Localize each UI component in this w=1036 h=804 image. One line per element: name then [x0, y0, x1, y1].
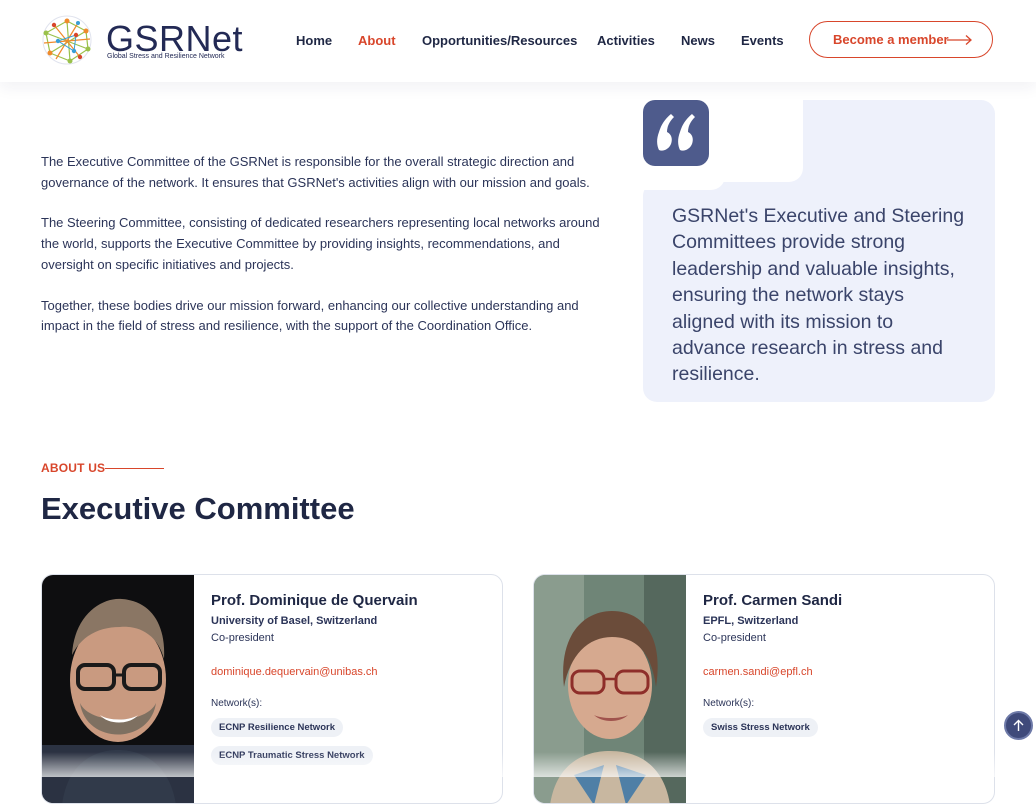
site-header: GSRNet Global Stress and Resilience Netw…	[0, 0, 1036, 82]
member-email-link[interactable]: dominique.dequervain@unibas.ch	[211, 666, 491, 678]
networks-label: Network(s):	[703, 698, 755, 709]
quote-box: GSRNet's Executive and Steering Committe…	[643, 100, 995, 402]
intro-paragraph: The Steering Committee, consisting of de…	[41, 215, 600, 272]
member-name: Prof. Dominique de Quervain	[211, 592, 418, 609]
nav-activities[interactable]: Activities	[597, 31, 655, 51]
quote-text: GSRNet's Executive and Steering Committe…	[672, 205, 965, 386]
member-photo	[534, 575, 686, 803]
nav-about[interactable]: About	[358, 31, 396, 51]
networks-label: Network(s):	[211, 698, 263, 709]
section-title: Executive Committee	[41, 491, 355, 526]
quote-cutout	[713, 100, 803, 182]
member-affiliation: University of Basel, Switzerland	[211, 615, 378, 627]
member-card: Prof. Carmen Sandi EPFL, Switzerland Co-…	[533, 574, 995, 804]
network-chip[interactable]: ECNP Traumatic Stress Network	[211, 746, 373, 765]
nav-news[interactable]: News	[681, 31, 715, 51]
member-name: Prof. Carmen Sandi	[703, 592, 843, 609]
logo-tagline: Global Stress and Resilience Network	[107, 53, 225, 60]
member-role: Co-president	[211, 632, 274, 644]
intro-text: The Executive Committee of the GSRNet is…	[41, 152, 601, 357]
become-member-label: Become a member	[833, 32, 949, 47]
arrow-right-icon	[947, 35, 972, 45]
member-affiliation: EPFL, Switzerland	[703, 615, 799, 627]
section-eyebrow: ABOUT US	[41, 461, 106, 475]
network-chip[interactable]: Swiss Stress Network	[703, 718, 818, 737]
quote-mark-icon	[657, 114, 695, 151]
member-info: Prof. Carmen Sandi EPFL, Switzerland Co-…	[703, 591, 983, 737]
intro-paragraph: Together, these bodies drive our mission…	[41, 297, 579, 334]
nav-opportunities-resources[interactable]: Opportunities/Resources	[422, 31, 577, 51]
arrow-up-icon	[1013, 719, 1024, 731]
member-info: Prof. Dominique de Quervain University o…	[211, 591, 491, 765]
nav-home[interactable]: Home	[296, 31, 332, 51]
member-role: Co-president	[703, 632, 766, 644]
member-photo	[42, 575, 194, 803]
intro-paragraph: The Executive Committee of the GSRNet is…	[41, 154, 590, 190]
eyebrow-divider	[105, 468, 164, 469]
become-member-button[interactable]: Become a member	[809, 21, 993, 58]
member-card: Prof. Dominique de Quervain University o…	[41, 574, 503, 804]
quote-badge	[643, 100, 709, 166]
member-email-link[interactable]: carmen.sandi@epfl.ch	[703, 666, 983, 678]
scroll-to-top-button[interactable]	[1004, 711, 1033, 740]
quote-cutout	[643, 170, 725, 190]
nav-events[interactable]: Events	[741, 31, 784, 51]
network-chip[interactable]: ECNP Resilience Network	[211, 718, 343, 737]
